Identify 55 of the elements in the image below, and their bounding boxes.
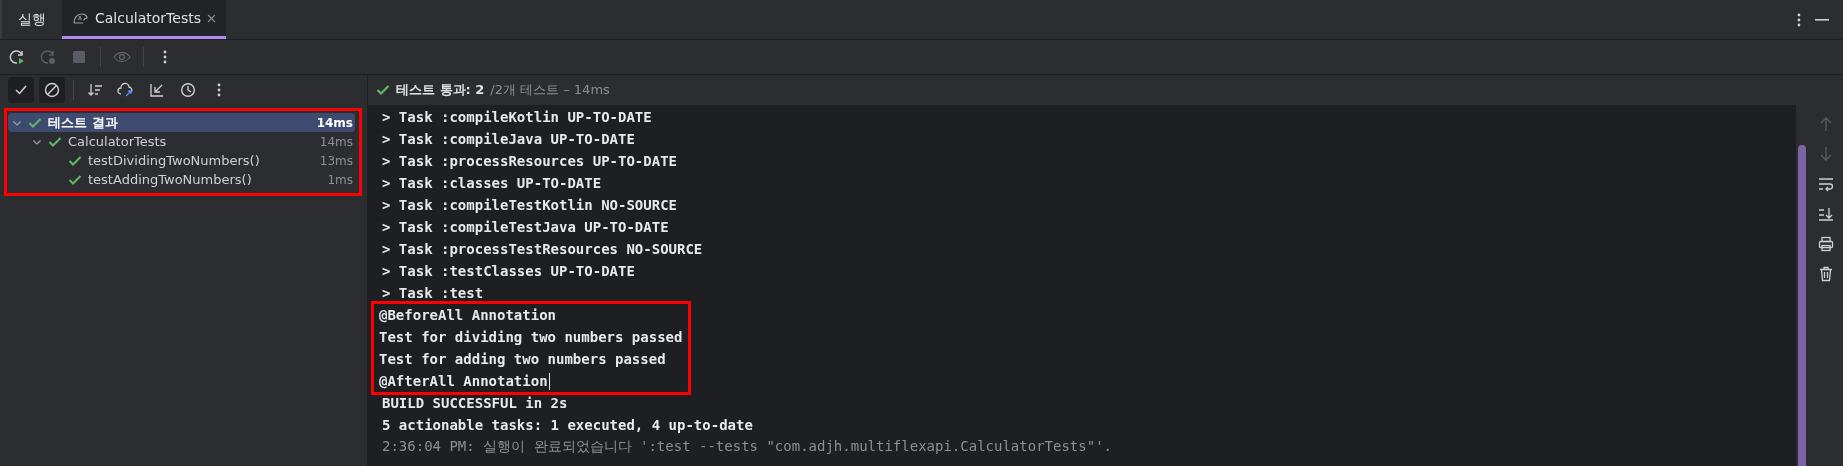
- more-icon: [163, 49, 167, 65]
- console-line: @AfterAll Annotation: [379, 373, 548, 389]
- arrow-up-icon: [1818, 116, 1833, 132]
- scrollbar-thumb[interactable]: [1798, 145, 1806, 466]
- test-duration: 1ms: [327, 172, 353, 187]
- stop-icon: [71, 49, 87, 65]
- sort-icon: [87, 82, 103, 98]
- console-line: > Task :testClasses UP-TO-DATE: [382, 263, 635, 279]
- test-name: 테스트 결과: [48, 113, 119, 132]
- test-name: testDividingTwoNumbers(): [88, 153, 261, 168]
- minimize-icon[interactable]: [1815, 18, 1829, 21]
- console-line: > Task :compileTestJava UP-TO-DATE: [382, 219, 669, 235]
- test-duration: 14ms: [316, 115, 353, 130]
- console-line: > Task :test: [382, 285, 484, 301]
- status-summary: /2개 테스트 – 14ms: [490, 81, 610, 99]
- console-line: > Task :compileKotlin UP-TO-DATE: [382, 109, 652, 125]
- checkmark-icon: [14, 83, 28, 97]
- arrow-down-icon: [1818, 146, 1833, 162]
- tree-row[interactable]: testDividingTwoNumbers() 13ms: [8, 151, 355, 170]
- console-line: BUILD SUCCESSFUL in 2s: [382, 395, 568, 411]
- console-line: > Task :classes UP-TO-DATE: [382, 175, 602, 191]
- eye-icon: [113, 49, 131, 65]
- status-text: 테스트 통과: 2: [396, 81, 485, 99]
- checkmark-button[interactable]: [8, 77, 34, 103]
- console-line: > Task :processResources UP-TO-DATE: [382, 153, 677, 169]
- prohibited-icon: [44, 82, 60, 98]
- console-line: > Task :processTestResources NO-SOURCE: [382, 241, 703, 257]
- console-line: > Task :compileTestKotlin NO-SOURCE: [382, 197, 677, 213]
- rerun-failed-icon: [40, 49, 56, 65]
- collapse-icon: [149, 82, 165, 98]
- scroll-to-end-icon: [1817, 206, 1834, 222]
- console-line: 5 actionable tasks: 1 executed, 4 up-to-date: [382, 417, 753, 433]
- console-line: Test for dividing two numbers passed: [379, 329, 683, 345]
- tab[interactable]: CalculatorTests: [62, 0, 226, 39]
- console-line: Test for adding two numbers passed: [379, 351, 666, 367]
- rerun-icon: [9, 49, 25, 65]
- test-name: testAddingTwoNumbers(): [88, 172, 253, 187]
- console-line: @BeforeAll Annotation: [379, 307, 556, 323]
- test-name: CalculatorTests: [68, 134, 168, 149]
- console-line: > Task :compileJava UP-TO-DATE: [382, 131, 635, 147]
- console-line: 2:36:04 PM: 실행이 완료되었습니다 ':test --tests "com.adjh.multiflexapi.CalculatorTests"'.: [382, 438, 1112, 456]
- tree-row[interactable]: testAddingTwoNumbers() 1ms: [8, 170, 355, 189]
- printer-icon: [1817, 236, 1834, 252]
- more-icon: [217, 82, 221, 98]
- test-duration: 13ms: [319, 153, 353, 168]
- prohibited-button[interactable]: [39, 77, 65, 103]
- tree-row[interactable]: 테스트 결과 14ms: [8, 113, 355, 132]
- test-duration: 14ms: [319, 134, 353, 149]
- tree-row[interactable]: CalculatorTests 14ms: [8, 132, 355, 151]
- soft-wrap-icon: [1817, 176, 1834, 192]
- close-icon[interactable]: [206, 13, 216, 23]
- clock-icon: [180, 82, 196, 98]
- more-icon[interactable]: [1797, 11, 1801, 28]
- trash-icon: [1818, 266, 1833, 282]
- cloud-arrow-icon: [117, 82, 135, 98]
